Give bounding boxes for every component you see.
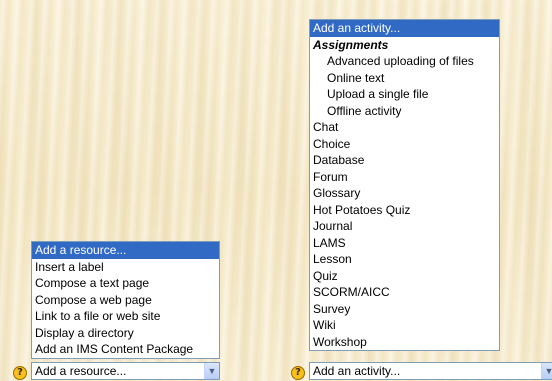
activity-option-database[interactable]: Database bbox=[310, 152, 499, 169]
activity-option-online-text[interactable]: Online text bbox=[310, 70, 499, 87]
activity-option-offline[interactable]: Offline activity bbox=[310, 103, 499, 120]
activity-option-lesson[interactable]: Lesson bbox=[310, 251, 499, 268]
activity-option-forum[interactable]: Forum bbox=[310, 169, 499, 186]
activity-option-workshop[interactable]: Workshop bbox=[310, 334, 499, 351]
resource-option-directory[interactable]: Display a directory bbox=[32, 325, 219, 342]
chevron-down-icon[interactable]: ▼ bbox=[541, 363, 552, 379]
help-icon[interactable]: ? bbox=[291, 366, 305, 380]
activity-group-assignments: Assignments bbox=[313, 37, 389, 52]
resource-dropdown-list: Add a resource... Insert a label Compose… bbox=[31, 241, 220, 359]
activity-option-hot-potatoes[interactable]: Hot Potatoes Quiz bbox=[310, 202, 499, 219]
activity-option-advanced-upload[interactable]: Advanced uploading of files bbox=[310, 53, 499, 70]
activity-option-survey[interactable]: Survey bbox=[310, 301, 499, 318]
add-activity-select-value: Add an activity... bbox=[313, 364, 401, 378]
activity-option-upload-single[interactable]: Upload a single file bbox=[310, 86, 499, 103]
add-resource-select-value: Add a resource... bbox=[35, 364, 127, 378]
activity-option-wiki[interactable]: Wiki bbox=[310, 317, 499, 334]
resource-option-add[interactable]: Add a resource... bbox=[32, 242, 219, 259]
activity-option-choice[interactable]: Choice bbox=[310, 136, 499, 153]
add-activity-select[interactable]: Add an activity... ▼ bbox=[309, 362, 552, 380]
chevron-down-icon[interactable]: ▼ bbox=[204, 363, 219, 379]
activity-option-glossary[interactable]: Glossary bbox=[310, 185, 499, 202]
add-resource-select[interactable]: Add a resource... ▼ bbox=[31, 362, 220, 380]
activity-option-lams[interactable]: LAMS bbox=[310, 235, 499, 252]
activity-dropdown-list: Add an activity... Assignments Advanced … bbox=[309, 19, 500, 351]
help-icon[interactable]: ? bbox=[13, 366, 27, 380]
activity-option-journal[interactable]: Journal bbox=[310, 218, 499, 235]
activity-option-chat[interactable]: Chat bbox=[310, 119, 499, 136]
resource-option-label[interactable]: Insert a label bbox=[32, 259, 219, 276]
activity-option-quiz[interactable]: Quiz bbox=[310, 268, 499, 285]
resource-option-text-page[interactable]: Compose a text page bbox=[32, 275, 219, 292]
activity-option-scorm[interactable]: SCORM/AICC bbox=[310, 284, 499, 301]
resource-option-ims-package[interactable]: Add an IMS Content Package bbox=[32, 341, 219, 358]
activity-option-add[interactable]: Add an activity... bbox=[310, 20, 499, 37]
resource-option-link[interactable]: Link to a file or web site bbox=[32, 308, 219, 325]
resource-option-web-page[interactable]: Compose a web page bbox=[32, 292, 219, 309]
